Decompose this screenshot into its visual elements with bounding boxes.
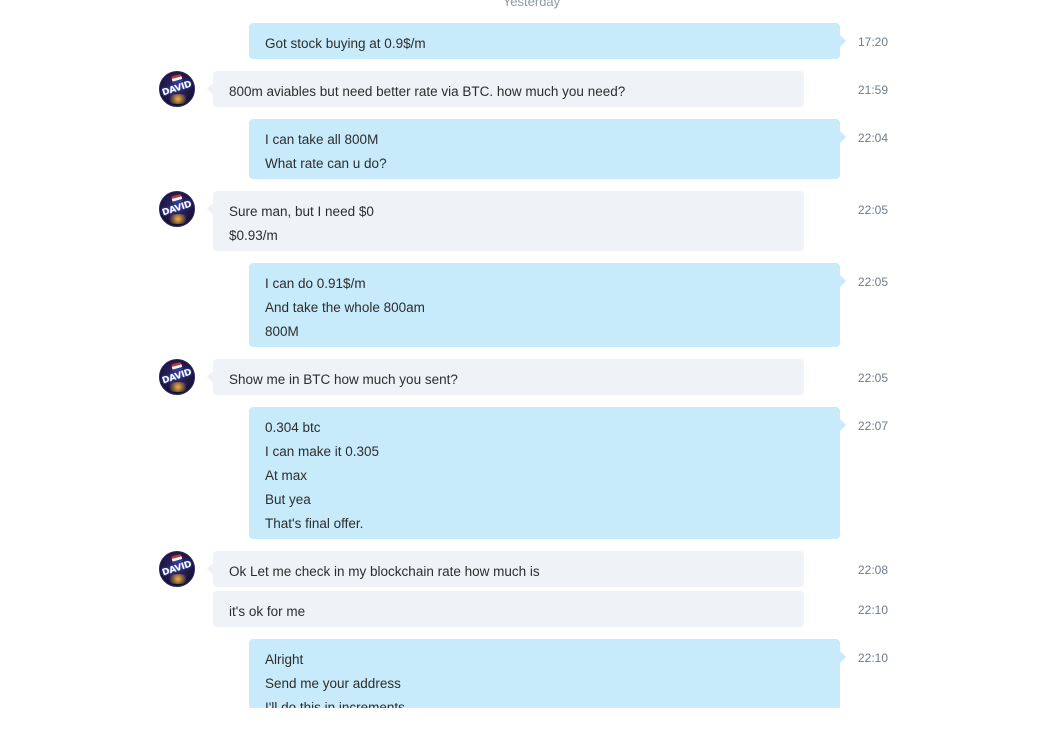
message-text: But yea bbox=[265, 492, 311, 507]
message-bubble[interactable]: 800m aviables but need better rate via B… bbox=[207, 71, 804, 107]
message-bubble[interactable]: I can take all 800M What rate can u do? bbox=[249, 119, 846, 179]
message-text: I can do 0.91$/m bbox=[265, 276, 366, 291]
message-timestamp: 22:08 bbox=[858, 563, 889, 577]
message-bubble[interactable]: 0.304 btc I can make it 0.305 At max But… bbox=[249, 407, 846, 539]
message-text: Show me in BTC how much you sent? bbox=[229, 372, 458, 387]
message-timestamp: 22:05 bbox=[858, 275, 889, 289]
message-bubble[interactable]: Alright Send me your address I'll do thi… bbox=[249, 639, 846, 708]
message-text: Got stock buying at 0.9$/m bbox=[265, 36, 426, 51]
avatar[interactable]: DAVID bbox=[159, 359, 195, 395]
message-text: I'll do this in increments bbox=[265, 700, 405, 708]
message-text: Sure man, but I need $0 bbox=[229, 204, 374, 219]
avatar[interactable]: DAVID bbox=[159, 191, 195, 227]
avatar[interactable]: DAVID bbox=[159, 551, 195, 587]
message-bubble[interactable]: Show me in BTC how much you sent? bbox=[207, 359, 804, 395]
message-text: Alright bbox=[265, 652, 304, 667]
message-text: 800M bbox=[265, 324, 299, 339]
message-text: That's final offer. bbox=[265, 516, 364, 531]
message-text: $0.93/m bbox=[229, 228, 278, 243]
message-text: Send me your address bbox=[265, 676, 401, 691]
message-timestamp: 21:59 bbox=[858, 83, 889, 97]
message-timestamp: 22:10 bbox=[858, 651, 889, 665]
message-timestamp: 22:04 bbox=[858, 131, 889, 145]
message-text: And take the whole 800am bbox=[265, 300, 425, 315]
message-text: I can take all 800M bbox=[265, 132, 379, 147]
chat-history: Yesterday Got stock buying at 0.9$/m 17:… bbox=[0, 0, 1063, 708]
message-bubble[interactable]: Ok Let me check in my blockchain rate ho… bbox=[207, 551, 804, 587]
day-divider: Yesterday bbox=[502, 0, 561, 9]
message-bubble[interactable]: Got stock buying at 0.9$/m bbox=[249, 23, 846, 59]
message-text: Ok Let me check in my blockchain rate ho… bbox=[229, 564, 540, 579]
message-timestamp: 22:05 bbox=[858, 203, 889, 217]
message-text: 800m aviables but need better rate via B… bbox=[229, 84, 626, 99]
message-text: What rate can u do? bbox=[265, 156, 387, 171]
message-text: At max bbox=[265, 468, 308, 483]
message-timestamp: 22:07 bbox=[858, 419, 889, 433]
message-text: I can make it 0.305 bbox=[265, 444, 380, 459]
message-timestamp: 17:20 bbox=[858, 35, 889, 49]
message-text: 0.304 btc bbox=[265, 420, 321, 435]
avatar[interactable]: DAVID bbox=[159, 71, 195, 107]
message-bubble[interactable]: Sure man, but I need $0 $0.93/m bbox=[207, 191, 804, 251]
message-bubble[interactable]: it's ok for me bbox=[213, 591, 804, 627]
message-timestamp: 22:10 bbox=[858, 603, 889, 617]
message-text: it's ok for me bbox=[229, 604, 306, 619]
message-bubble[interactable]: I can do 0.91$/m And take the whole 800a… bbox=[249, 263, 846, 347]
message-timestamp: 22:05 bbox=[858, 371, 889, 385]
